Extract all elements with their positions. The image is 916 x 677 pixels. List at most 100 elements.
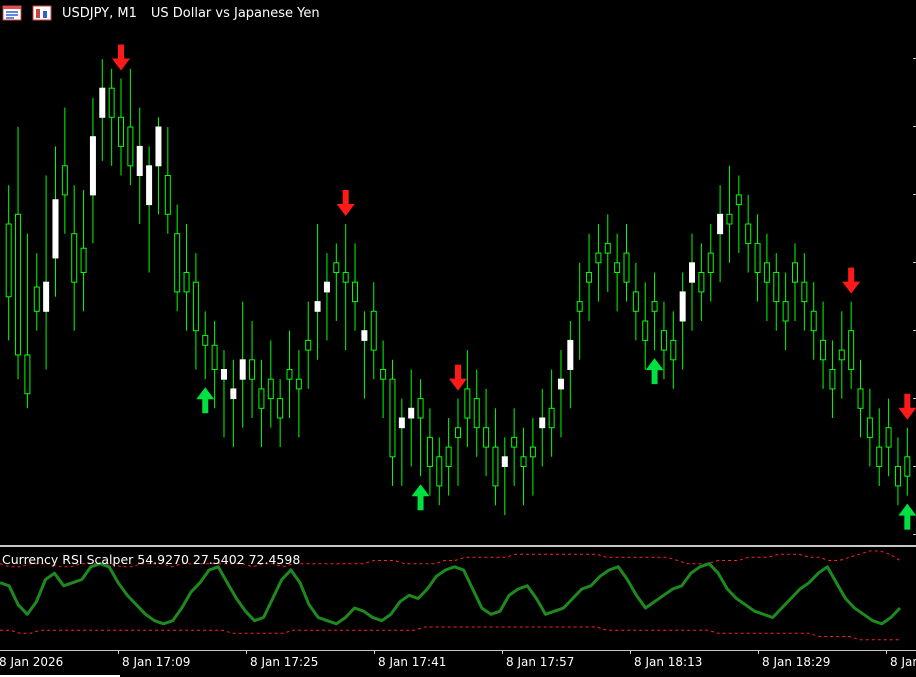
candle-body	[99, 87, 106, 118]
candle-body	[333, 262, 340, 273]
time-tick	[502, 650, 503, 654]
buy-arrow-icon	[645, 358, 664, 385]
candle-body	[567, 339, 574, 370]
buy-arrow-icon	[898, 503, 916, 530]
candle-body	[745, 223, 752, 244]
candle-body	[670, 339, 677, 361]
candle-body	[838, 349, 845, 361]
price-chart[interactable]	[0, 0, 916, 545]
chart-window-icon[interactable]	[2, 5, 22, 21]
candle-body	[239, 359, 246, 380]
candle-body	[904, 456, 911, 477]
lower-band-line	[0, 626, 900, 641]
time-label: 8 Jan 18:29	[762, 655, 831, 669]
candle-body	[801, 281, 808, 303]
candle-body	[43, 281, 50, 312]
time-tick	[118, 650, 119, 654]
candle-body	[894, 466, 901, 487]
candle-body	[436, 456, 443, 487]
candle-body	[174, 233, 181, 293]
candle-body	[511, 436, 518, 448]
candle-body	[5, 223, 12, 298]
candle-body	[361, 330, 368, 341]
candle-body	[763, 262, 770, 283]
symbol-description: US Dollar vs Japanese Yen	[150, 5, 320, 21]
buy-arrow-icon	[196, 387, 215, 414]
candle-body	[651, 301, 658, 312]
candle-body	[689, 262, 696, 283]
candle-body	[15, 213, 22, 356]
candle-body	[192, 281, 199, 332]
candle-body	[305, 339, 312, 351]
time-label: 8 Jan 17:25	[250, 655, 319, 669]
indicator-label: Currency RSI Scalper 54.9270 27.5402 72.…	[2, 552, 301, 567]
candle-body	[529, 446, 536, 458]
rsi-line	[0, 562, 902, 626]
candle-body	[164, 175, 171, 215]
time-tick	[758, 650, 759, 654]
candle-body	[230, 388, 237, 400]
candle-body	[614, 262, 621, 273]
candle-body	[277, 398, 284, 419]
candle-body	[735, 194, 742, 206]
candle-body	[623, 252, 630, 283]
candle-body	[492, 446, 499, 487]
candle-body	[417, 398, 424, 419]
sell-arrow-icon	[336, 190, 355, 216]
candle-body	[866, 417, 873, 438]
candle-body	[408, 407, 415, 419]
candle-body	[632, 291, 639, 312]
candle-body	[586, 272, 593, 283]
candle-body	[426, 436, 433, 467]
symbol-title: USDJPY, M1	[62, 5, 137, 21]
time-label: 8 Jan 17:09	[122, 655, 191, 669]
candle-body	[726, 213, 733, 225]
candle-body	[876, 446, 883, 468]
candle-body	[642, 320, 649, 341]
candle-body	[211, 344, 218, 370]
candle-body	[89, 136, 96, 196]
candle-body	[295, 378, 302, 390]
candle-body	[829, 369, 836, 390]
candle-body	[118, 116, 125, 147]
candle-body	[314, 301, 321, 312]
candle-body	[782, 301, 789, 322]
candle-body	[202, 335, 209, 346]
candle-body	[127, 126, 134, 167]
candle-body	[258, 388, 265, 409]
time-label: 8 Jan 18:	[890, 655, 916, 669]
candle-body	[483, 427, 490, 448]
candle-body	[370, 310, 377, 351]
candle-body	[61, 165, 68, 196]
time-label: 8 Jan 2026	[0, 655, 64, 669]
candle-body	[501, 456, 508, 467]
candle-body	[539, 417, 546, 429]
candle-body	[595, 252, 602, 264]
time-tick	[246, 650, 247, 654]
candle-body	[464, 388, 471, 419]
candle-body	[136, 145, 143, 176]
buy-arrow-icon	[411, 484, 430, 511]
candle-body	[80, 247, 87, 273]
candle-body	[52, 199, 59, 259]
candle-body	[24, 354, 31, 395]
candle-body	[660, 330, 667, 351]
candle-body	[717, 213, 724, 235]
candle-body	[398, 417, 405, 429]
sell-arrow-icon	[842, 267, 861, 294]
candle-body	[389, 378, 396, 458]
candle-body	[604, 242, 611, 254]
time-label: 8 Jan 18:13	[634, 655, 703, 669]
candle-body	[71, 233, 78, 283]
candle-body	[108, 87, 115, 118]
candle-body	[249, 359, 256, 380]
candle-body	[146, 165, 153, 206]
time-tick	[886, 650, 887, 654]
candle-body	[557, 378, 564, 390]
candle-body	[352, 281, 359, 303]
candle-body	[885, 427, 892, 448]
candle-body	[698, 272, 705, 293]
trade-panel-icon[interactable]	[32, 5, 52, 21]
time-tick	[374, 650, 375, 654]
candle-body	[857, 388, 864, 409]
